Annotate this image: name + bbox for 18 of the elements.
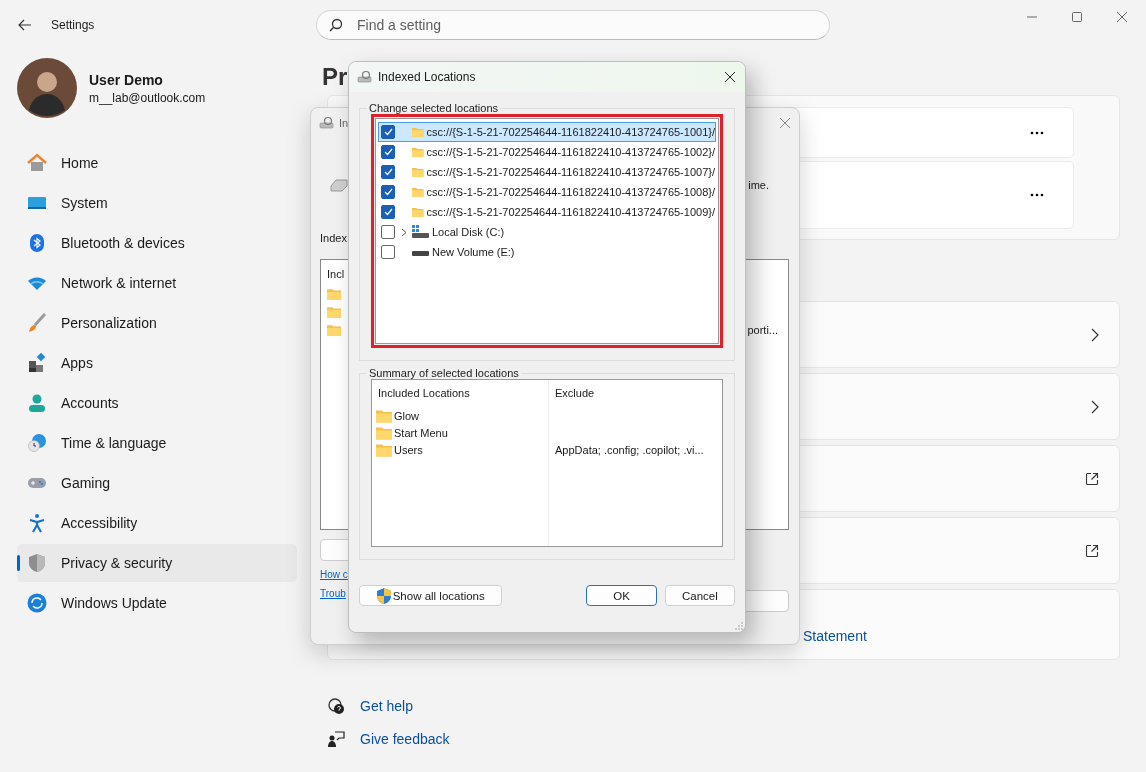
- user-email: m__lab@outlook.com: [89, 90, 206, 105]
- column-header: Incl: [327, 268, 346, 280]
- indexed-label: Index: [320, 232, 347, 244]
- window-title: Settings: [51, 18, 95, 32]
- dialog-title: Indexed Locations: [378, 70, 476, 84]
- status-text: ime.: [748, 179, 769, 191]
- group-label: Change selected locations: [368, 102, 500, 114]
- table-cell: Start Menu: [394, 426, 448, 439]
- dialog-title: In: [339, 117, 349, 129]
- page-heading: Pr: [322, 62, 348, 92]
- column-header: Included Locations: [378, 386, 471, 401]
- table-cell: Users: [394, 443, 423, 456]
- table-cell: Glow: [394, 409, 420, 422]
- table-cell: AppData; .config; .copilot; .vi...: [555, 443, 704, 456]
- user-name: User Demo: [89, 71, 164, 88]
- table-cell-text: porti...: [747, 324, 779, 336]
- group-label: Summary of selected locations: [368, 367, 520, 379]
- column-header: Exclude: [555, 386, 596, 401]
